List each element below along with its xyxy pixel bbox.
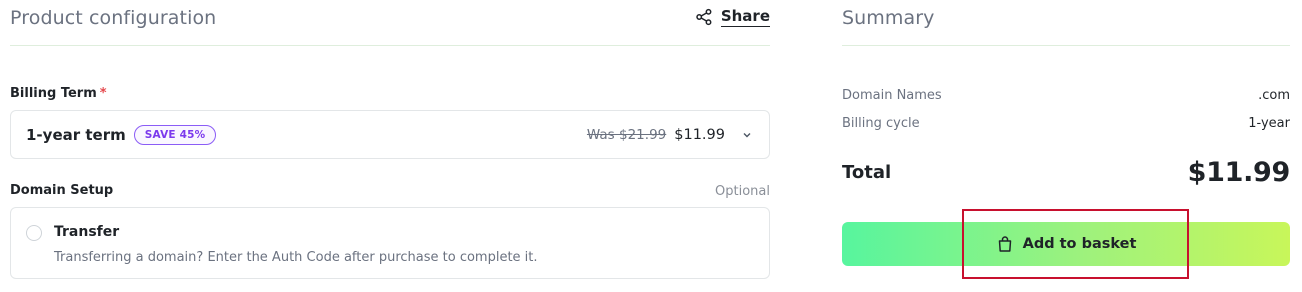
- add-to-basket-label: Add to basket: [1022, 236, 1137, 252]
- was-price: Was $21.99: [586, 126, 667, 143]
- summary-key: Billing cycle: [842, 116, 920, 131]
- share-icon: [695, 8, 713, 26]
- billing-term-label-text: Billing Term: [10, 86, 97, 101]
- summary-title: Summary: [842, 7, 935, 29]
- required-marker: *: [99, 86, 107, 101]
- summary-row-billing-cycle: Billing cycle 1-year: [842, 116, 1290, 131]
- summary-value: .com: [1258, 88, 1290, 103]
- chevron-down-icon: [741, 129, 753, 141]
- transfer-title: Transfer: [54, 224, 120, 240]
- share-label: Share: [720, 7, 770, 27]
- add-to-basket-button[interactable]: Add to basket: [842, 222, 1290, 266]
- transfer-radio[interactable]: [26, 225, 42, 241]
- billing-term-value: 1-year term: [26, 125, 126, 144]
- panel-title: Product configuration: [10, 7, 217, 29]
- domain-setup-label: Domain Setup: [10, 183, 114, 198]
- total-label: Total: [842, 162, 892, 183]
- total-row: Total $11.99: [842, 157, 1290, 188]
- billing-term-select[interactable]: 1-year term SAVE 45% Was $21.99 $11.99: [10, 110, 770, 159]
- divider: [842, 45, 1290, 46]
- divider: [10, 45, 770, 46]
- transfer-option[interactable]: Transfer Transferring a domain? Enter th…: [10, 207, 770, 279]
- total-value: $11.99: [1187, 157, 1291, 188]
- optional-label: Optional: [715, 184, 770, 199]
- summary-row-domain-names: Domain Names .com: [842, 88, 1290, 103]
- billing-term-label: Billing Term *: [10, 86, 107, 101]
- share-button[interactable]: Share: [695, 7, 770, 27]
- current-price: $11.99: [674, 126, 725, 143]
- savings-badge: SAVE 45%: [133, 124, 217, 145]
- summary-value: 1-year: [1248, 116, 1290, 131]
- transfer-description: Transferring a domain? Enter the Auth Co…: [54, 250, 538, 265]
- summary-key: Domain Names: [842, 88, 942, 103]
- shopping-bag-icon: [996, 235, 1014, 253]
